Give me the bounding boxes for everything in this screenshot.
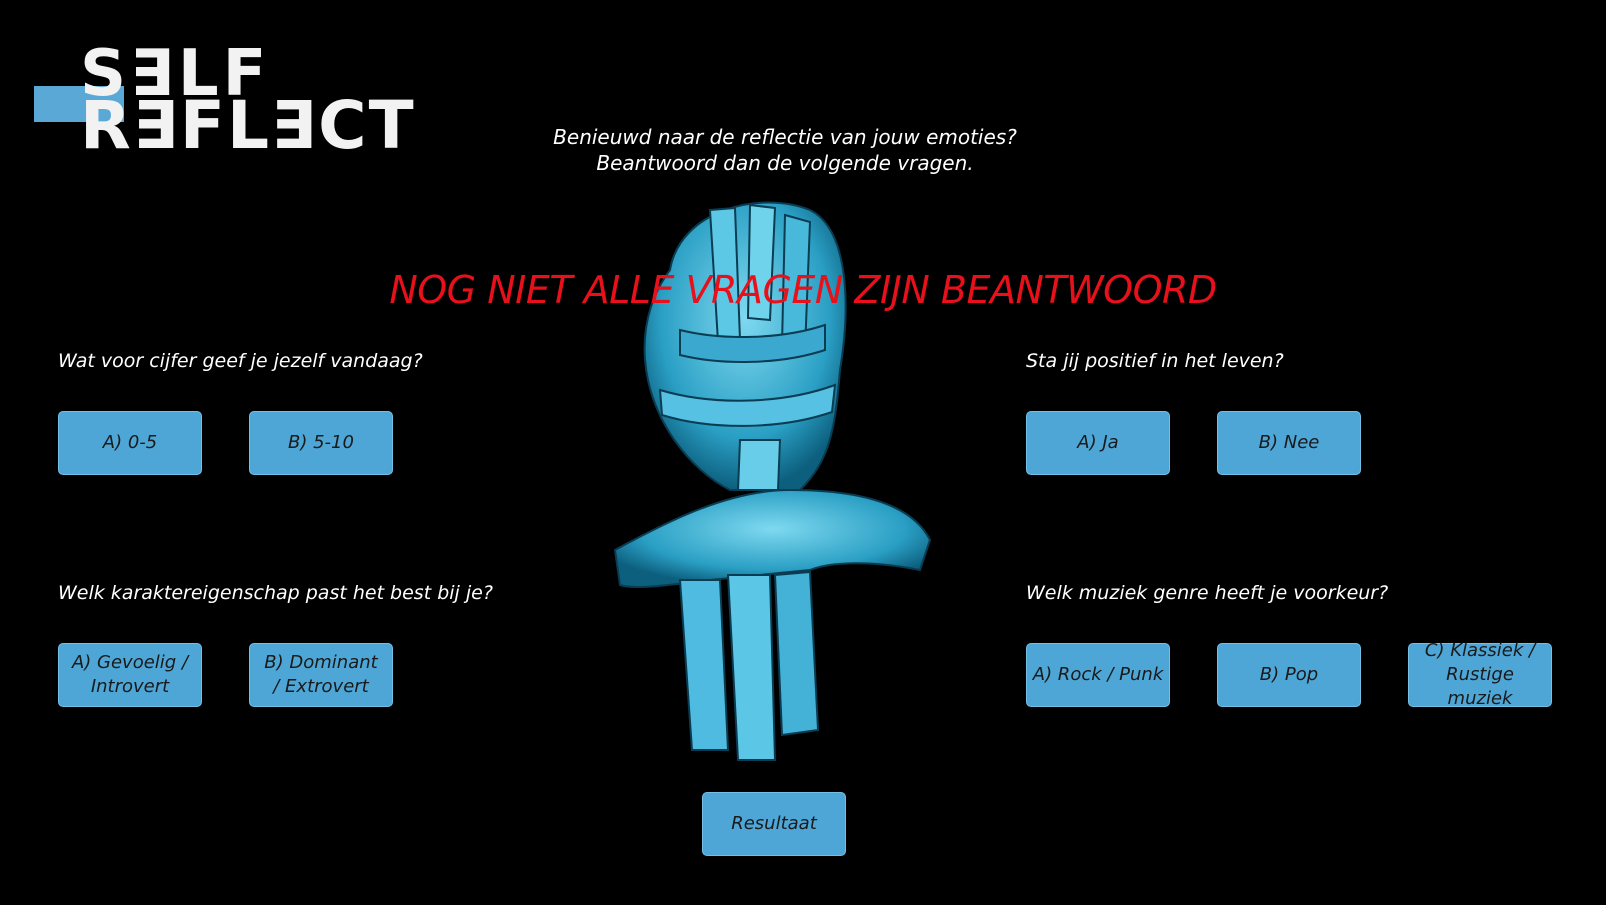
self-reflect-logo: S∃LF R∃FL∃CT bbox=[34, 40, 414, 160]
q2-option-b-button[interactable]: B) Nee bbox=[1217, 411, 1361, 475]
intro-line-2: Beantwoord dan de volgende vragen. bbox=[596, 151, 974, 175]
logo-line-2: R∃FL∃CT bbox=[80, 87, 416, 164]
q3-option-b-button[interactable]: B) Dominant / Extrovert bbox=[249, 643, 393, 707]
q1-option-a-button[interactable]: A) 0-5 bbox=[58, 411, 202, 475]
unanswered-warning: NOG NIET ALLE VRAGEN ZIJN BEANTWOORD bbox=[389, 268, 1217, 312]
question-3-label: Welk karaktereigenschap past het best bi… bbox=[58, 582, 493, 604]
q2-option-a-button[interactable]: A) Ja bbox=[1026, 411, 1170, 475]
intro-text: Benieuwd naar de reflectie van jouw emot… bbox=[430, 124, 1140, 176]
q4-option-a-button[interactable]: A) Rock / Punk bbox=[1026, 643, 1170, 707]
question-4-label: Welk muziek genre heeft je voorkeur? bbox=[1026, 582, 1389, 604]
q3-option-a-button[interactable]: A) Gevoelig / Introvert bbox=[58, 643, 202, 707]
question-1-label: Wat voor cijfer geef je jezelf vandaag? bbox=[58, 350, 423, 372]
q4-option-b-button[interactable]: B) Pop bbox=[1217, 643, 1361, 707]
q1-option-b-button[interactable]: B) 5-10 bbox=[249, 411, 393, 475]
q4-option-c-button[interactable]: C) Klassiek / Rustige muziek bbox=[1408, 640, 1552, 709]
intro-line-1: Benieuwd naar de reflectie van jouw emot… bbox=[553, 125, 1017, 149]
question-2-label: Sta jij positief in het leven? bbox=[1026, 350, 1284, 372]
result-button[interactable]: Resultaat bbox=[702, 792, 846, 856]
